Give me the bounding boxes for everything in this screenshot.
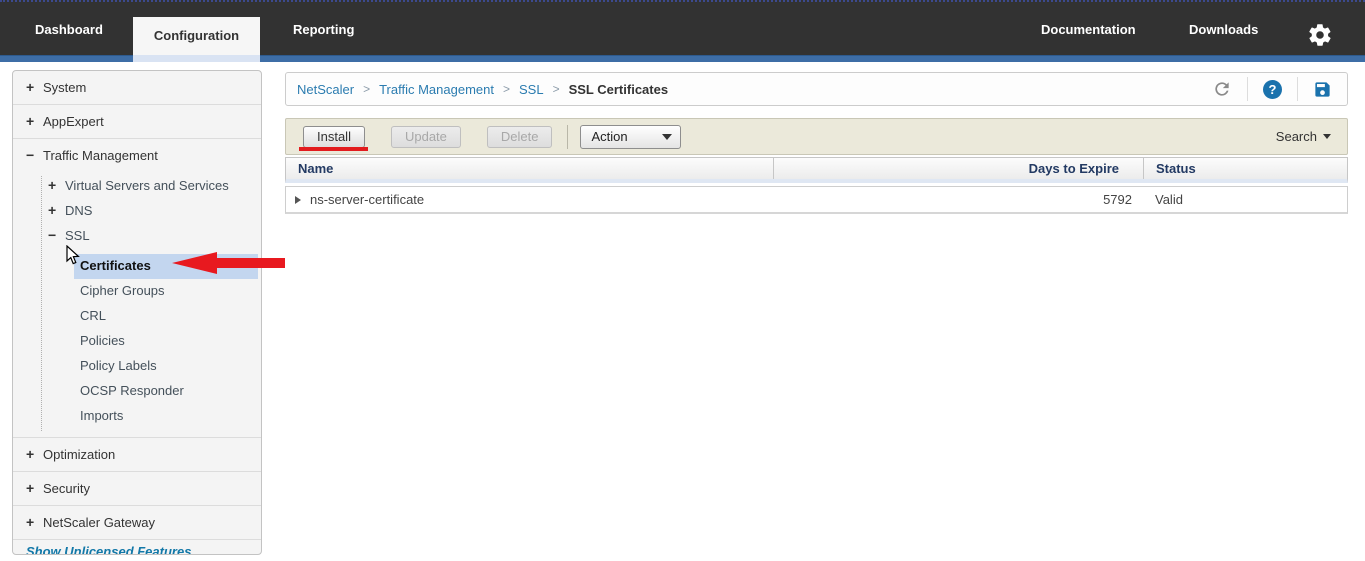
sidebar-item-label: Traffic Management bbox=[43, 148, 158, 163]
certificates-table: Name Days to Expire Status ns-server-cer… bbox=[285, 157, 1348, 214]
link-downloads[interactable]: Downloads bbox=[1189, 2, 1258, 57]
row-expander-icon[interactable] bbox=[295, 196, 301, 204]
sidebar-item-system[interactable]: +System bbox=[13, 71, 261, 105]
cell-certificate-name: ns-server-certificate bbox=[286, 192, 773, 207]
breadcrumb-separator: > bbox=[553, 82, 560, 96]
sidebar-item-traffic-management[interactable]: −Traffic Management bbox=[13, 139, 261, 173]
sidebar-item-label: AppExpert bbox=[43, 114, 104, 129]
collapse-minus-icon[interactable]: − bbox=[26, 139, 43, 172]
search-toggle[interactable]: Search bbox=[1276, 129, 1331, 144]
sidebar-item-label: DNS bbox=[65, 203, 92, 218]
settings-gear-icon[interactable] bbox=[1307, 22, 1333, 48]
sidebar-item-appexpert[interactable]: +AppExpert bbox=[13, 105, 261, 139]
cell-days-to-expire: 5792 bbox=[773, 192, 1143, 207]
search-label: Search bbox=[1276, 129, 1317, 144]
refresh-icon[interactable] bbox=[1197, 77, 1247, 101]
save-icon[interactable] bbox=[1297, 77, 1347, 101]
sidebar-item-label: System bbox=[43, 80, 86, 95]
breadcrumb: NetScaler > Traffic Management > SSL > S… bbox=[286, 82, 1197, 97]
sidebar-item-netscaler-gateway[interactable]: +NetScaler Gateway bbox=[13, 506, 261, 540]
expand-plus-icon[interactable]: + bbox=[26, 71, 43, 104]
update-button[interactable]: Update bbox=[391, 126, 461, 148]
sidebar-item-crl[interactable]: CRL bbox=[74, 304, 258, 329]
actions-toolbar: Install Update Delete Action Search bbox=[285, 118, 1348, 155]
expand-plus-icon[interactable]: + bbox=[26, 472, 43, 505]
sidebar-item-policy-labels[interactable]: Policy Labels bbox=[74, 354, 258, 379]
column-header-name[interactable]: Name bbox=[286, 158, 773, 179]
help-icon[interactable]: ? bbox=[1247, 77, 1297, 101]
cell-status: Valid bbox=[1143, 192, 1347, 207]
table-header-row: Name Days to Expire Status bbox=[285, 157, 1348, 183]
sidebar-item-label: SSL bbox=[65, 228, 90, 243]
tab-reporting[interactable]: Reporting bbox=[293, 2, 354, 57]
annotation-red-arrow bbox=[172, 252, 285, 274]
red-arrow-shaft bbox=[216, 258, 285, 268]
show-unlicensed-features-link[interactable]: Show Unlicensed Features bbox=[13, 540, 261, 555]
breadcrumb-link-ssl[interactable]: SSL bbox=[519, 82, 544, 97]
tab-configuration-label: Configuration bbox=[133, 17, 260, 54]
sidebar-item-ssl[interactable]: −SSL bbox=[13, 223, 261, 248]
traffic-management-subtree: +Virtual Servers and Services +DNS −SSL … bbox=[13, 173, 261, 438]
toolbar-divider bbox=[567, 125, 568, 149]
collapse-minus-icon[interactable]: − bbox=[48, 223, 65, 248]
chevron-down-icon bbox=[662, 134, 672, 140]
certificate-name-text: ns-server-certificate bbox=[310, 192, 424, 207]
breadcrumb-current-page: SSL Certificates bbox=[569, 82, 668, 97]
sidebar-item-policies[interactable]: Policies bbox=[74, 329, 258, 354]
chevron-down-icon bbox=[1323, 134, 1331, 139]
action-dropdown[interactable]: Action bbox=[580, 125, 681, 149]
sidebar-item-virtual-servers-and-services[interactable]: +Virtual Servers and Services bbox=[13, 173, 261, 198]
sidebar-item-ocsp-responder[interactable]: OCSP Responder bbox=[74, 379, 258, 404]
sidebar-item-dns[interactable]: +DNS bbox=[13, 198, 261, 223]
expand-plus-icon[interactable]: + bbox=[26, 506, 43, 539]
table-row[interactable]: ns-server-certificate 5792 Valid bbox=[285, 186, 1348, 214]
breadcrumb-actions: ? bbox=[1197, 77, 1347, 101]
help-icon-glyph: ? bbox=[1263, 80, 1282, 99]
expand-plus-icon[interactable]: + bbox=[48, 198, 65, 223]
delete-button[interactable]: Delete bbox=[487, 126, 553, 148]
sidebar-item-label: NetScaler Gateway bbox=[43, 515, 155, 530]
expand-plus-icon[interactable]: + bbox=[48, 173, 65, 198]
tab-dashboard[interactable]: Dashboard bbox=[35, 2, 103, 57]
sidebar-item-label: Security bbox=[43, 481, 90, 496]
breadcrumb-separator: > bbox=[363, 82, 370, 96]
active-tab-band bbox=[133, 55, 260, 62]
action-dropdown-label: Action bbox=[591, 129, 627, 144]
sidebar-item-cipher-groups[interactable]: Cipher Groups bbox=[74, 279, 258, 304]
sidebar-item-label: Virtual Servers and Services bbox=[65, 178, 229, 193]
expand-plus-icon[interactable]: + bbox=[26, 105, 43, 138]
install-button[interactable]: Install bbox=[303, 126, 365, 148]
column-header-days-to-expire[interactable]: Days to Expire bbox=[773, 158, 1143, 179]
mouse-cursor-icon bbox=[66, 245, 80, 271]
tab-configuration-active[interactable]: Configuration bbox=[133, 17, 260, 62]
sidebar-item-label: Optimization bbox=[43, 447, 115, 462]
red-arrow-head bbox=[172, 252, 217, 274]
sidebar-item-optimization[interactable]: +Optimization bbox=[13, 438, 261, 472]
ssl-subtree: Certificates Cipher Groups CRL Policies … bbox=[13, 248, 261, 433]
sidebar-navigation-tree: +System +AppExpert −Traffic Management +… bbox=[12, 70, 262, 555]
sidebar-item-security[interactable]: +Security bbox=[13, 472, 261, 506]
breadcrumb-link-traffic-management[interactable]: Traffic Management bbox=[379, 82, 494, 97]
breadcrumb-bar: NetScaler > Traffic Management > SSL > S… bbox=[285, 72, 1348, 106]
expand-plus-icon[interactable]: + bbox=[26, 438, 43, 471]
column-header-status[interactable]: Status bbox=[1143, 158, 1347, 179]
breadcrumb-separator: > bbox=[503, 82, 510, 96]
breadcrumb-link-netscaler[interactable]: NetScaler bbox=[297, 82, 354, 97]
annotation-red-underline bbox=[299, 147, 368, 151]
link-documentation[interactable]: Documentation bbox=[1041, 2, 1136, 57]
sidebar-item-imports[interactable]: Imports bbox=[74, 404, 258, 429]
